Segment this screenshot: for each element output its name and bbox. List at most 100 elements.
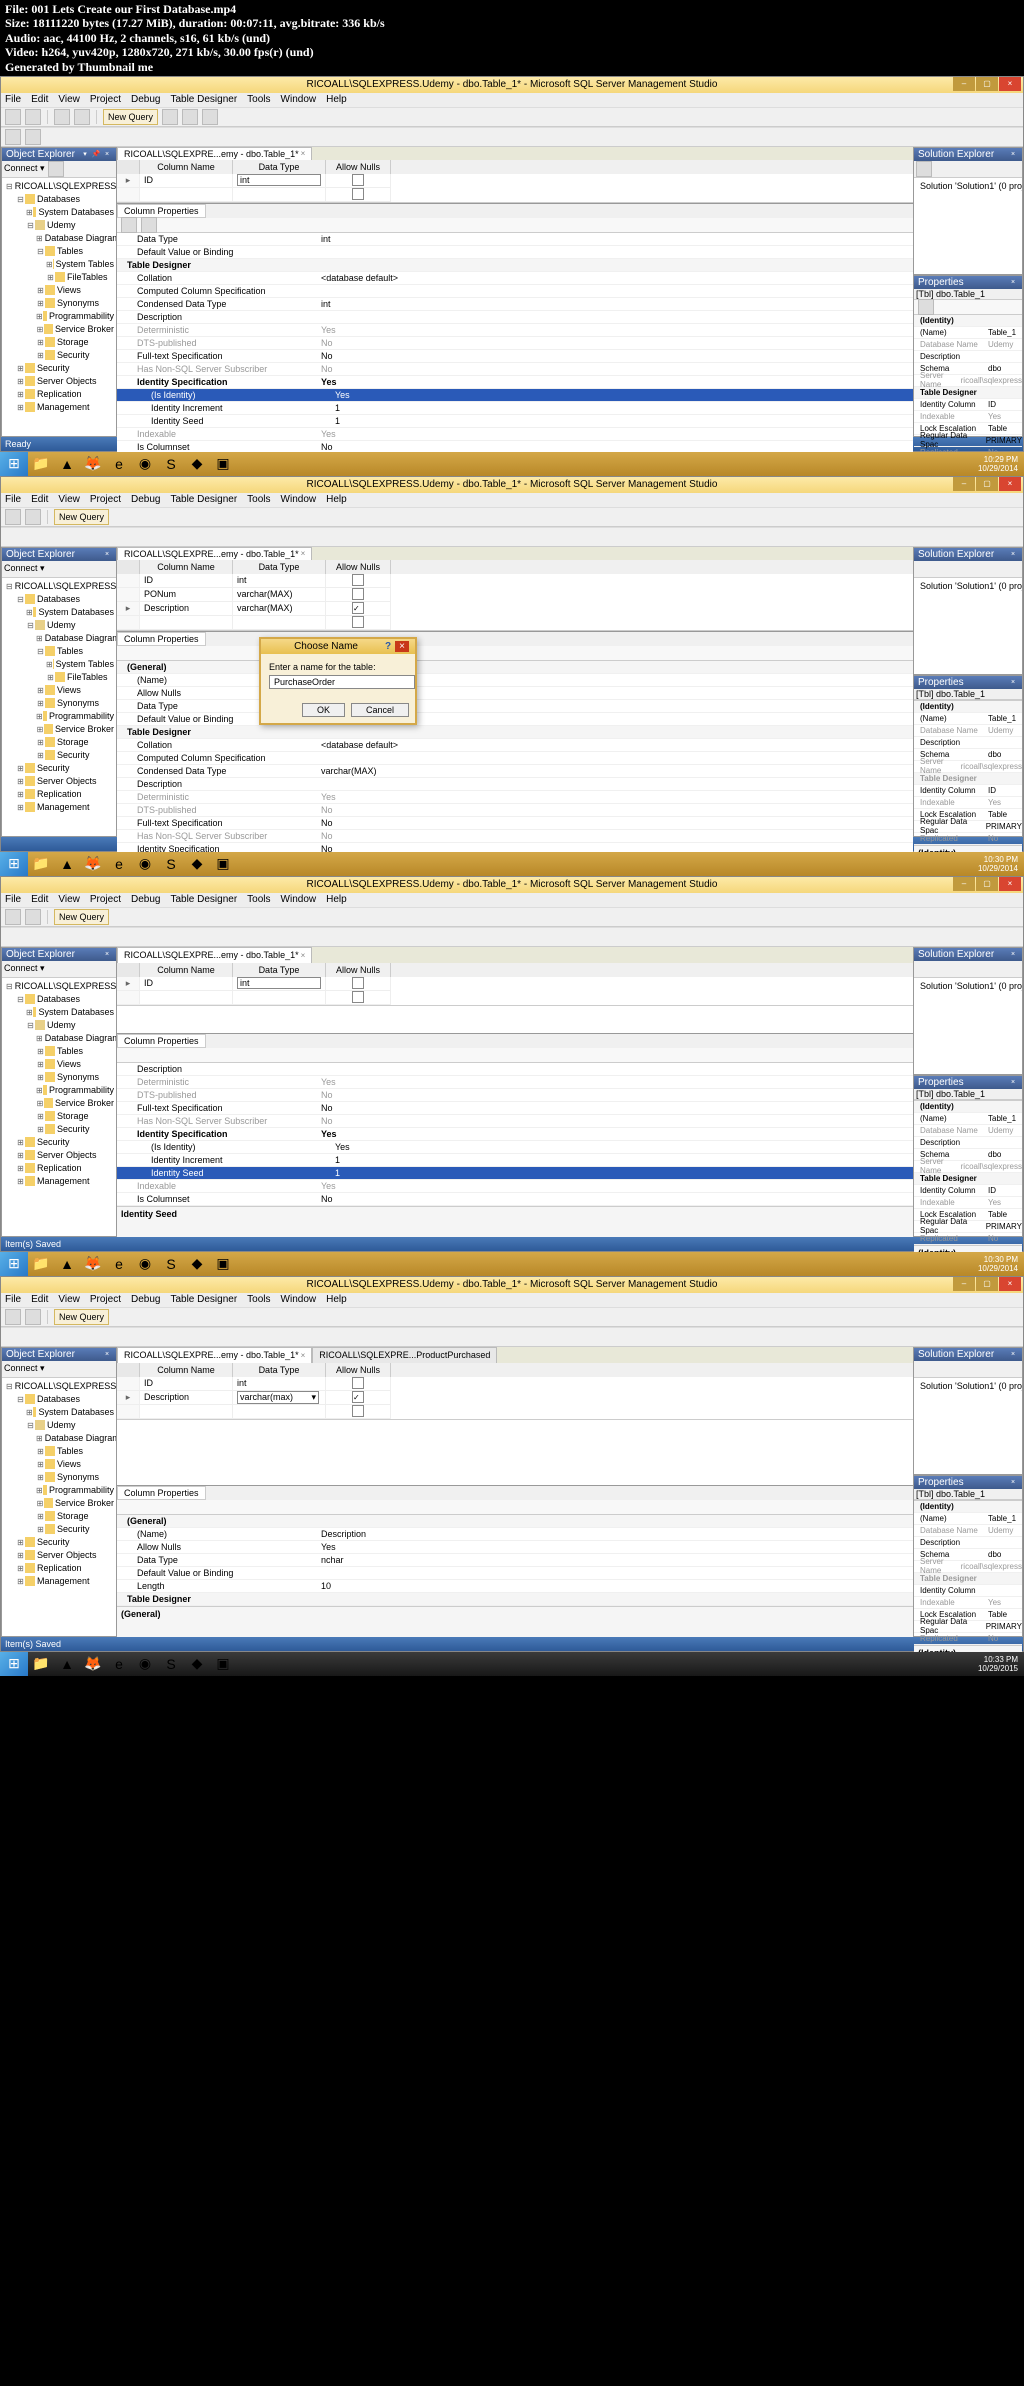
tb-opt2[interactable] (182, 109, 198, 125)
ie-icon[interactable]: e (106, 453, 132, 475)
tab-close-icon[interactable]: × (301, 149, 306, 158)
dtype-dropdown[interactable]: varchar(max)▾ (237, 1391, 319, 1404)
storage-node[interactable]: Storage (57, 336, 89, 349)
designer-tab[interactable]: RICOALL\SQLEXPRE...emy - dbo.Table_1*× (117, 147, 312, 160)
security2-node[interactable]: Security (37, 362, 70, 375)
prop-sort-icon[interactable] (121, 217, 137, 233)
maximize-button[interactable]: ▢ (976, 477, 998, 491)
security-node[interactable]: Security (57, 349, 90, 362)
designer-tab-1[interactable]: RICOALL\SQLEXPRE...emy - dbo.Table_1*× (117, 1347, 312, 1363)
col-name-header: Column Name (140, 160, 233, 174)
menu-tools[interactable]: Tools (247, 94, 270, 105)
size-line: Size: 18111220 bytes (17.27 MiB), durati… (5, 16, 1019, 30)
server-node[interactable]: RICOALL\SQLEXPRESS (SQL Server 12.0.2 (15, 180, 116, 193)
allow-null-check[interactable] (352, 188, 364, 200)
object-explorer-panel: Object Explorer ▾📌× Connect ▾ ⊟RICOALL\S… (1, 147, 117, 437)
dialog-label: Enter a name for the table: (269, 662, 407, 672)
tb-fwd[interactable] (25, 109, 41, 125)
file-line: File: 001 Lets Create our First Database… (5, 2, 1019, 16)
firefox-icon[interactable]: 🦊 (80, 453, 106, 475)
dtype-input[interactable]: int (237, 174, 321, 186)
app-icon[interactable]: ◆ (184, 453, 210, 475)
tb2-1[interactable] (5, 129, 21, 145)
toolbar: New Query (1, 107, 1023, 127)
close-button[interactable]: × (999, 77, 1021, 91)
tables-node[interactable]: Tables (57, 245, 83, 258)
dropdown-icon: ▾ (311, 1392, 316, 1403)
filetables-node[interactable]: FileTables (67, 271, 108, 284)
camtasia-icon[interactable]: ▣ (210, 453, 236, 475)
udemy-node[interactable]: Udemy (47, 219, 76, 232)
minimize-button[interactable]: – (953, 477, 975, 491)
tb-opt3[interactable] (202, 109, 218, 125)
maximize-button[interactable]: ▢ (976, 77, 998, 91)
explorer-icon[interactable]: 📁 (28, 453, 54, 475)
minimize-button[interactable]: – (953, 77, 975, 91)
props-sort-icon[interactable] (918, 299, 934, 315)
sol-exp-title: Solution Explorer (918, 149, 994, 160)
prop-cat-icon[interactable] (141, 217, 157, 233)
close-button[interactable]: × (999, 477, 1021, 491)
menu-project[interactable]: Project (90, 94, 121, 105)
dialog-close-icon[interactable]: × (395, 641, 409, 652)
app-title: RICOALL\SQLEXPRESS.Udemy - dbo.Table_1* … (307, 79, 718, 90)
table-properties-grid[interactable]: (Identity) (Name)Table_1 Database NameUd… (914, 315, 1022, 459)
refresh-icon[interactable] (48, 161, 64, 177)
designer-tab-2[interactable]: RICOALL\SQLEXPRE...ProductPurchased (312, 1347, 497, 1363)
pin-icon[interactable]: ▾ (80, 149, 90, 159)
cancel-button[interactable]: Cancel (351, 703, 409, 717)
new-query-button[interactable]: New Query (103, 109, 158, 125)
tb-open[interactable] (54, 109, 70, 125)
menu-edit[interactable]: Edit (31, 94, 48, 105)
prog-node[interactable]: Programmability (49, 310, 114, 323)
sysdbs-node[interactable]: System Databases (38, 206, 114, 219)
tb-opt1[interactable] (162, 109, 178, 125)
col-dtype-header: Data Type (233, 160, 326, 174)
tb-save[interactable] (74, 109, 90, 125)
choose-name-dialog: Choose Name ? × Enter a name for the tab… (259, 637, 417, 725)
props-hdr[interactable]: [Tbl] dbo.Table_1 (916, 289, 985, 299)
gen-line: Generated by Thumbnail me (5, 60, 1019, 74)
dbdiag-node[interactable]: Database Diagrams (45, 232, 116, 245)
clock-date: 10/29/2014 (978, 464, 1018, 473)
object-tree[interactable]: ⊟RICOALL\SQLEXPRESS (SQL Server 12.0.2 ⊟… (2, 178, 116, 436)
status-text: Ready (5, 439, 31, 449)
dialog-title: Choose Name (267, 641, 385, 652)
systables-node[interactable]: System Tables (56, 258, 114, 271)
menu-window[interactable]: Window (281, 94, 317, 105)
sbroker-node[interactable]: Service Broker (55, 323, 114, 336)
table-name-input[interactable] (269, 675, 415, 689)
menu-tabledesigner[interactable]: Table Designer (170, 94, 237, 105)
tb-back[interactable] (5, 109, 21, 125)
serverobj-node[interactable]: Server Objects (37, 375, 97, 388)
views-node[interactable]: Views (57, 284, 81, 297)
ok-button[interactable]: OK (302, 703, 345, 717)
taskbar[interactable]: ⊞ 📁 ▲ 🦊 e ◉ S ◆ ▣ 10:29 PM10/29/2014 (0, 452, 1024, 476)
col-name-cell[interactable]: ID (140, 174, 233, 188)
start-button[interactable]: ⊞ (0, 452, 28, 476)
mgmt-node[interactable]: Management (37, 401, 90, 414)
toolbar-2 (1, 127, 1023, 147)
sol-item[interactable]: Solution 'Solution1' (0 projects) (920, 180, 1022, 193)
close-panel-icon[interactable]: × (102, 149, 112, 159)
col-props-tab[interactable]: Column Properties (117, 204, 206, 218)
chrome-icon[interactable]: ◉ (132, 453, 158, 475)
dialog-help-icon[interactable]: ? (385, 641, 391, 652)
menu-help[interactable]: Help (326, 94, 347, 105)
sol-tb1[interactable] (916, 161, 932, 177)
video-line: Video: h264, yuv420p, 1280x720, 271 kb/s… (5, 45, 1019, 59)
menu-view[interactable]: View (58, 94, 80, 105)
skype-icon[interactable]: S (158, 453, 184, 475)
replication-node[interactable]: Replication (37, 388, 82, 401)
connect-button[interactable]: Connect ▾ (4, 163, 45, 174)
menu-file[interactable]: File (5, 94, 21, 105)
synonyms-node[interactable]: Synonyms (57, 297, 99, 310)
tb2-2[interactable] (25, 129, 41, 145)
menu-debug[interactable]: Debug (131, 94, 160, 105)
pin2-icon[interactable]: 📌 (91, 149, 101, 159)
audio-line: Audio: aac, 44100 Hz, 2 channels, s16, 6… (5, 31, 1019, 45)
gdrive-icon[interactable]: ▲ (54, 453, 80, 475)
databases-node[interactable]: Databases (37, 193, 80, 206)
column-properties-grid[interactable]: Data Typeint Default Value or Binding Ta… (117, 233, 913, 454)
allow-null-check[interactable] (352, 174, 364, 186)
